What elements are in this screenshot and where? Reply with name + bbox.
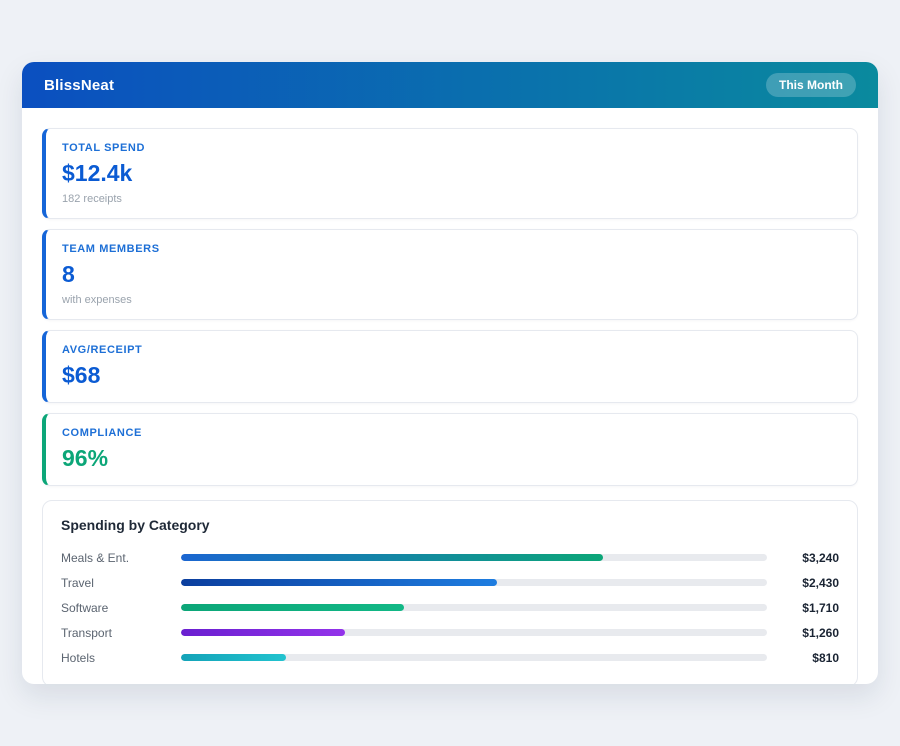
chart-title: Spending by Category bbox=[61, 517, 839, 533]
bar-fill bbox=[181, 604, 404, 611]
bar-track bbox=[181, 654, 767, 661]
bar-fill bbox=[181, 579, 497, 586]
app-title: BlissNeat bbox=[44, 77, 114, 94]
chart-row-meals: Meals & Ent. $3,240 bbox=[61, 545, 839, 570]
chart-row-travel: Travel $2,430 bbox=[61, 570, 839, 595]
stat-label: COMPLIANCE bbox=[62, 427, 841, 439]
stat-label: AVG/RECEIPT bbox=[62, 344, 841, 356]
category-label: Travel bbox=[61, 576, 181, 590]
category-label: Meals & Ent. bbox=[61, 551, 181, 565]
bar-fill bbox=[181, 554, 603, 561]
stat-value: 8 bbox=[62, 261, 841, 288]
spending-by-category-chart: Spending by Category Meals & Ent. $3,240… bbox=[42, 500, 858, 684]
bar-track bbox=[181, 579, 767, 586]
bar-fill bbox=[181, 654, 286, 661]
stat-card-compliance: COMPLIANCE 96% bbox=[42, 413, 858, 486]
category-value: $810 bbox=[767, 651, 839, 665]
chart-row-transport: Transport $1,260 bbox=[61, 620, 839, 645]
stat-label: TOTAL SPEND bbox=[62, 142, 841, 154]
app-body: TOTAL SPEND $12.4k 182 receipts TEAM MEM… bbox=[22, 108, 878, 684]
category-value: $1,260 bbox=[767, 626, 839, 640]
stat-value: 96% bbox=[62, 445, 841, 472]
chart-row-hotels: Hotels $810 bbox=[61, 645, 839, 670]
bar-track bbox=[181, 629, 767, 636]
stat-label: TEAM MEMBERS bbox=[62, 243, 841, 255]
category-value: $3,240 bbox=[767, 551, 839, 565]
dashboard-card: BlissNeat This Month TOTAL SPEND $12.4k … bbox=[22, 62, 878, 684]
stat-value: $68 bbox=[62, 362, 841, 389]
stat-subtext: with expenses bbox=[62, 294, 841, 306]
category-value: $1,710 bbox=[767, 601, 839, 615]
category-label: Transport bbox=[61, 626, 181, 640]
category-value: $2,430 bbox=[767, 576, 839, 590]
period-badge[interactable]: This Month bbox=[766, 73, 856, 97]
stat-value: $12.4k bbox=[62, 160, 841, 187]
chart-row-software: Software $1,710 bbox=[61, 595, 839, 620]
stat-subtext: 182 receipts bbox=[62, 193, 841, 205]
bar-fill bbox=[181, 629, 345, 636]
stat-card-team-members: TEAM MEMBERS 8 with expenses bbox=[42, 229, 858, 320]
app-header: BlissNeat This Month bbox=[22, 62, 878, 108]
category-label: Software bbox=[61, 601, 181, 615]
stat-card-avg-receipt: AVG/RECEIPT $68 bbox=[42, 330, 858, 403]
bar-track bbox=[181, 604, 767, 611]
category-label: Hotels bbox=[61, 651, 181, 665]
stat-card-total-spend: TOTAL SPEND $12.4k 182 receipts bbox=[42, 128, 858, 219]
bar-track bbox=[181, 554, 767, 561]
